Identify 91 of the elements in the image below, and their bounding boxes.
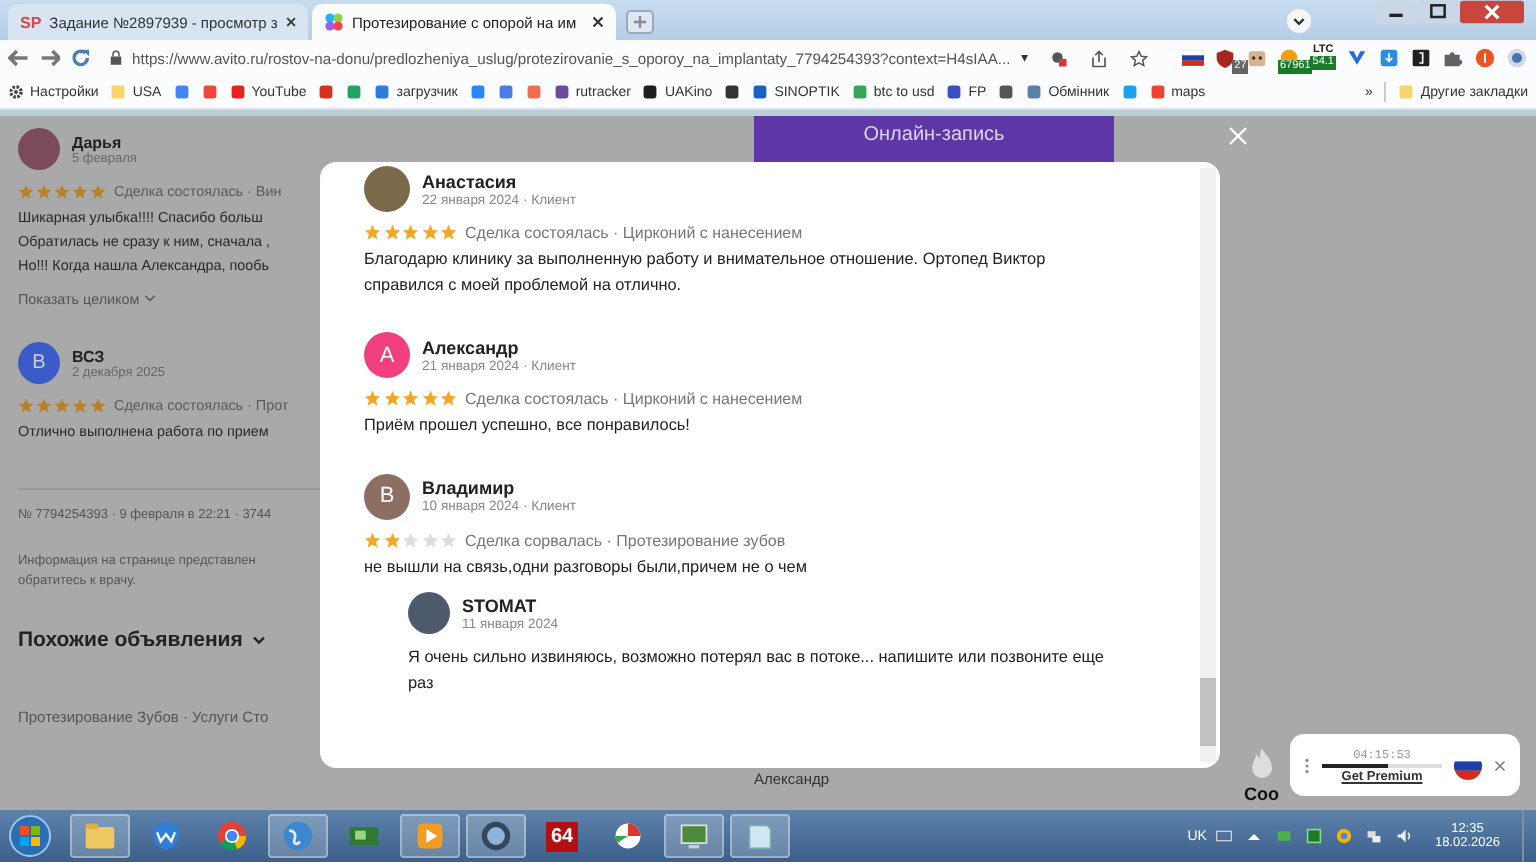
tab-favicon: SP	[20, 13, 42, 31]
speaker-icon[interactable]	[1396, 828, 1413, 844]
star-icon[interactable]	[1130, 49, 1149, 67]
folder-icon	[84, 820, 116, 852]
taskbar-app[interactable]: 64	[532, 814, 592, 858]
lock-icon	[110, 50, 123, 66]
player-icon	[414, 820, 446, 852]
star-icon	[402, 390, 419, 408]
bookmark[interactable]	[998, 84, 1015, 100]
bracket-icon[interactable]	[1409, 48, 1432, 68]
section-heading: Соо	[1244, 784, 1279, 804]
review-text: не вышли на связь,одни разговоры были,причем не о чем	[364, 555, 809, 580]
reviewer-name: Владимир	[422, 478, 517, 498]
dots-icon	[324, 12, 344, 32]
taskbar-app[interactable]	[400, 814, 460, 858]
avatar: А	[364, 332, 410, 378]
booking-button[interactable]: Онлайн-запись	[754, 116, 1114, 162]
menu-icon[interactable]	[1304, 757, 1310, 773]
star-icon	[364, 390, 381, 408]
download-icon[interactable]	[1377, 48, 1400, 68]
section-heading: Похожие объявления	[18, 628, 243, 652]
folder-icon	[110, 84, 127, 100]
site-icon	[851, 84, 868, 100]
maximize-icon[interactable]	[1418, 0, 1458, 24]
avatar: В	[18, 342, 60, 384]
reviewer-name: Александр	[422, 337, 521, 357]
pie-icon	[612, 820, 644, 852]
review-meta: Сделка состоялась · Цирконий с нанесением	[465, 224, 803, 242]
face-icon[interactable]	[1246, 48, 1269, 68]
back-icon[interactable]	[8, 48, 30, 68]
forward-icon[interactable]	[39, 48, 61, 68]
monitor-icon	[678, 820, 710, 852]
globe-icon	[282, 820, 314, 852]
shield-icon	[150, 820, 182, 852]
close-window-icon[interactable]	[1460, 0, 1524, 24]
reviewer-name: Анастасия	[422, 171, 519, 191]
close-icon[interactable]	[285, 16, 296, 28]
star-icon	[364, 224, 381, 242]
folder-icon	[1398, 84, 1415, 100]
star-icon	[440, 224, 457, 242]
reviewer-name: ВСЗ	[72, 347, 107, 365]
review-text: Приём прошел успешно, все понравилось!	[364, 414, 692, 438]
close-icon[interactable]	[592, 16, 604, 28]
up-arrow-icon[interactable]	[1246, 828, 1263, 844]
review-meta: Сделка сорвалась · Протезирование зубов	[465, 531, 786, 549]
avatar-photo	[364, 166, 410, 212]
review-text: Благодарю клинику за выполненную работу и внимательное отношение. Ортопед Виктор справился с моей проблемой на отлично.	[364, 248, 1048, 298]
avatar: В	[364, 473, 410, 519]
star-icon	[440, 531, 457, 549]
globe-icon[interactable]	[1505, 48, 1528, 68]
flag-icon[interactable]	[1182, 48, 1205, 68]
profile-icon[interactable]	[1473, 48, 1496, 68]
star-icon	[440, 390, 457, 408]
avatar-photo	[18, 128, 60, 170]
reviewer-name: Дарья	[72, 133, 124, 151]
puzzle-icon[interactable]	[1441, 48, 1464, 68]
taskbar-app[interactable]	[730, 814, 790, 858]
scrollbar[interactable]	[1200, 168, 1216, 762]
star-icon	[402, 224, 419, 242]
site-icon	[642, 84, 659, 100]
review-meta: Сделка состоялась · Цирконий с нанесением	[465, 390, 803, 408]
share-icon[interactable]	[1090, 49, 1109, 67]
reply-text: Я очень сильно извиняюсь, возможно потерял вас в потоке... напишите или позвоните еще раз	[408, 646, 1106, 696]
site-icon	[946, 84, 963, 100]
new-tab-icon[interactable]	[626, 10, 654, 34]
reply-author: STOMAT	[462, 595, 539, 615]
minimize-icon[interactable]	[1376, 0, 1416, 24]
chevron-icon	[143, 294, 156, 304]
bookmark[interactable]	[724, 84, 741, 100]
taskbar-app[interactable]	[466, 814, 526, 858]
star-icon	[402, 531, 419, 549]
square-icon[interactable]	[1306, 828, 1323, 844]
start-button[interactable]	[8, 814, 52, 858]
chevron-icon[interactable]	[252, 635, 267, 645]
star-icon	[421, 224, 438, 242]
settings-icon	[8, 84, 24, 100]
tab-search-icon[interactable]	[1286, 8, 1312, 34]
taskbar-app[interactable]	[664, 814, 724, 858]
shield-icon[interactable]	[1214, 48, 1237, 68]
star-icon	[421, 390, 438, 408]
notepad-icon	[744, 820, 776, 852]
star-icon	[383, 390, 400, 408]
star-icon	[383, 531, 400, 549]
avatar-photo	[408, 592, 450, 634]
v-icon[interactable]	[1345, 48, 1368, 68]
keyboard-icon[interactable]	[1216, 828, 1233, 844]
star-icon	[364, 531, 381, 549]
network-icon[interactable]	[1366, 828, 1383, 844]
star-icon	[383, 224, 400, 242]
star-icon	[421, 531, 438, 549]
reload-icon[interactable]	[70, 48, 93, 68]
